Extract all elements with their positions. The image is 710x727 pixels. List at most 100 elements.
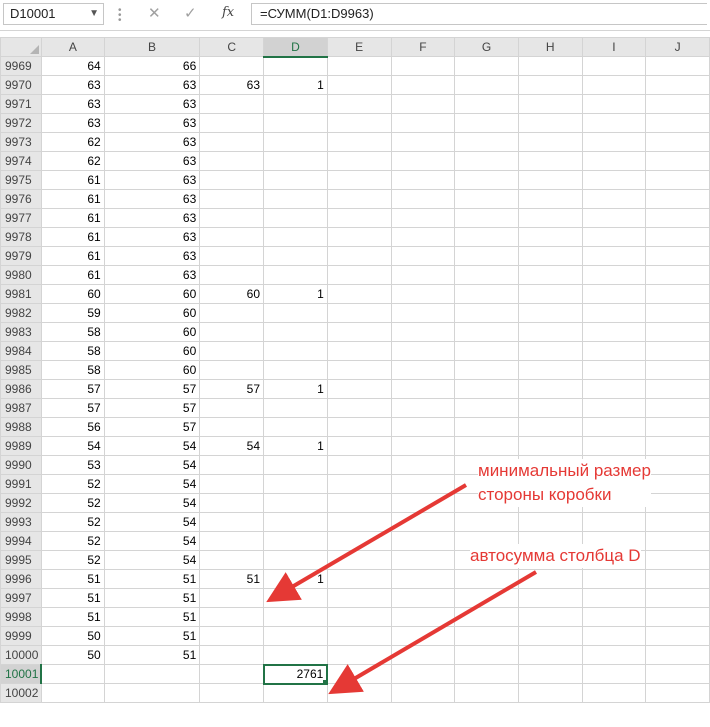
cell-a[interactable]: 61 [40,265,105,285]
cell-f[interactable] [390,284,456,304]
cell-h[interactable] [517,664,583,684]
cell-f[interactable] [390,303,456,323]
cell-b[interactable]: 60 [103,284,201,304]
cell-j[interactable] [645,550,710,570]
cell-c[interactable] [199,113,265,133]
cell-i[interactable] [581,588,647,608]
cell-e[interactable] [326,531,392,551]
cell-h[interactable] [517,683,583,703]
cell-a[interactable]: 61 [40,246,105,266]
cell-d[interactable] [263,607,328,627]
cell-g[interactable] [454,379,519,399]
cell-h[interactable] [517,151,583,171]
cell-j[interactable] [645,379,710,399]
cell-b[interactable]: 60 [103,341,201,361]
cell-h[interactable] [517,284,583,304]
cell-a[interactable]: 51 [40,588,105,608]
cell-e[interactable] [326,607,392,627]
row-header[interactable]: 9994 [0,531,42,551]
cell-f[interactable] [390,94,456,114]
cell-b[interactable] [103,683,201,703]
row-header[interactable]: 9996 [0,569,42,589]
cell-d[interactable] [263,265,328,285]
cell-g[interactable] [454,75,519,95]
cell-f[interactable] [390,683,456,703]
cell-f[interactable] [390,398,456,418]
row-header[interactable]: 9998 [0,607,42,627]
cell-d[interactable] [263,151,328,171]
cell-d[interactable] [263,531,328,551]
cell-d[interactable] [263,398,328,418]
cell-g[interactable] [454,227,519,247]
cell-e[interactable] [326,341,392,361]
cell-g[interactable] [454,569,519,589]
cell-i[interactable] [581,569,647,589]
cell-b[interactable]: 54 [103,531,201,551]
cell-i[interactable] [581,265,647,285]
cell-g[interactable] [454,322,519,342]
column-header-c[interactable]: C [199,37,265,57]
cell-j[interactable] [645,75,710,95]
cell-f[interactable] [390,493,456,513]
cell-b[interactable]: 63 [103,189,201,209]
cell-h[interactable] [517,398,583,418]
cell-f[interactable] [390,417,456,437]
cell-j[interactable] [645,265,710,285]
cell-h[interactable] [517,246,583,266]
cell-a[interactable]: 56 [40,417,105,437]
cell-f[interactable] [390,189,456,209]
cell-h[interactable] [517,360,583,380]
row-header[interactable]: 9984 [0,341,42,361]
row-header[interactable]: 9974 [0,151,42,171]
cell-i[interactable] [581,683,647,703]
cell-b[interactable]: 57 [103,398,201,418]
cell-i[interactable] [581,379,647,399]
cell-a[interactable]: 61 [40,170,105,190]
cell-i[interactable] [581,626,647,646]
cell-a[interactable]: 52 [40,512,105,532]
cell-h[interactable] [517,113,583,133]
cell-c[interactable] [199,512,265,532]
cell-j[interactable] [645,474,710,494]
cell-d[interactable] [263,189,328,209]
cell-g[interactable] [454,303,519,323]
cell-e[interactable] [326,588,392,608]
cell-f[interactable] [390,227,456,247]
cell-a[interactable]: 52 [40,550,105,570]
cell-g[interactable] [454,588,519,608]
row-header[interactable]: 9971 [0,94,42,114]
cell-d[interactable] [263,170,328,190]
cell-b[interactable]: 60 [103,322,201,342]
cell-b[interactable]: 63 [103,113,201,133]
cell-a[interactable]: 63 [40,94,105,114]
cell-a[interactable]: 58 [40,322,105,342]
cell-a[interactable]: 62 [40,132,105,152]
cell-a[interactable]: 57 [40,379,105,399]
cell-b[interactable]: 54 [103,436,201,456]
cell-b[interactable]: 63 [103,246,201,266]
cell-g[interactable] [454,113,519,133]
cell-i[interactable] [581,664,647,684]
cell-b[interactable]: 54 [103,512,201,532]
cell-d[interactable] [263,626,328,646]
cell-e[interactable] [326,113,392,133]
cell-e[interactable] [326,75,392,95]
cell-e[interactable] [326,379,392,399]
cell-g[interactable] [454,398,519,418]
cell-g[interactable] [454,664,519,684]
cell-g[interactable] [454,360,519,380]
cell-f[interactable] [390,512,456,532]
cell-e[interactable] [326,265,392,285]
row-header[interactable]: 9990 [0,455,42,475]
cell-c[interactable]: 51 [199,569,265,589]
cell-c[interactable] [199,531,265,551]
cell-g[interactable] [454,208,519,228]
cell-i[interactable] [581,113,647,133]
cell-i[interactable] [581,284,647,304]
cell-j[interactable] [645,56,710,76]
cell-h[interactable] [517,607,583,627]
cell-h[interactable] [517,56,583,76]
cell-b[interactable]: 54 [103,493,201,513]
cell-c[interactable]: 60 [199,284,265,304]
cell-g[interactable] [454,512,519,532]
